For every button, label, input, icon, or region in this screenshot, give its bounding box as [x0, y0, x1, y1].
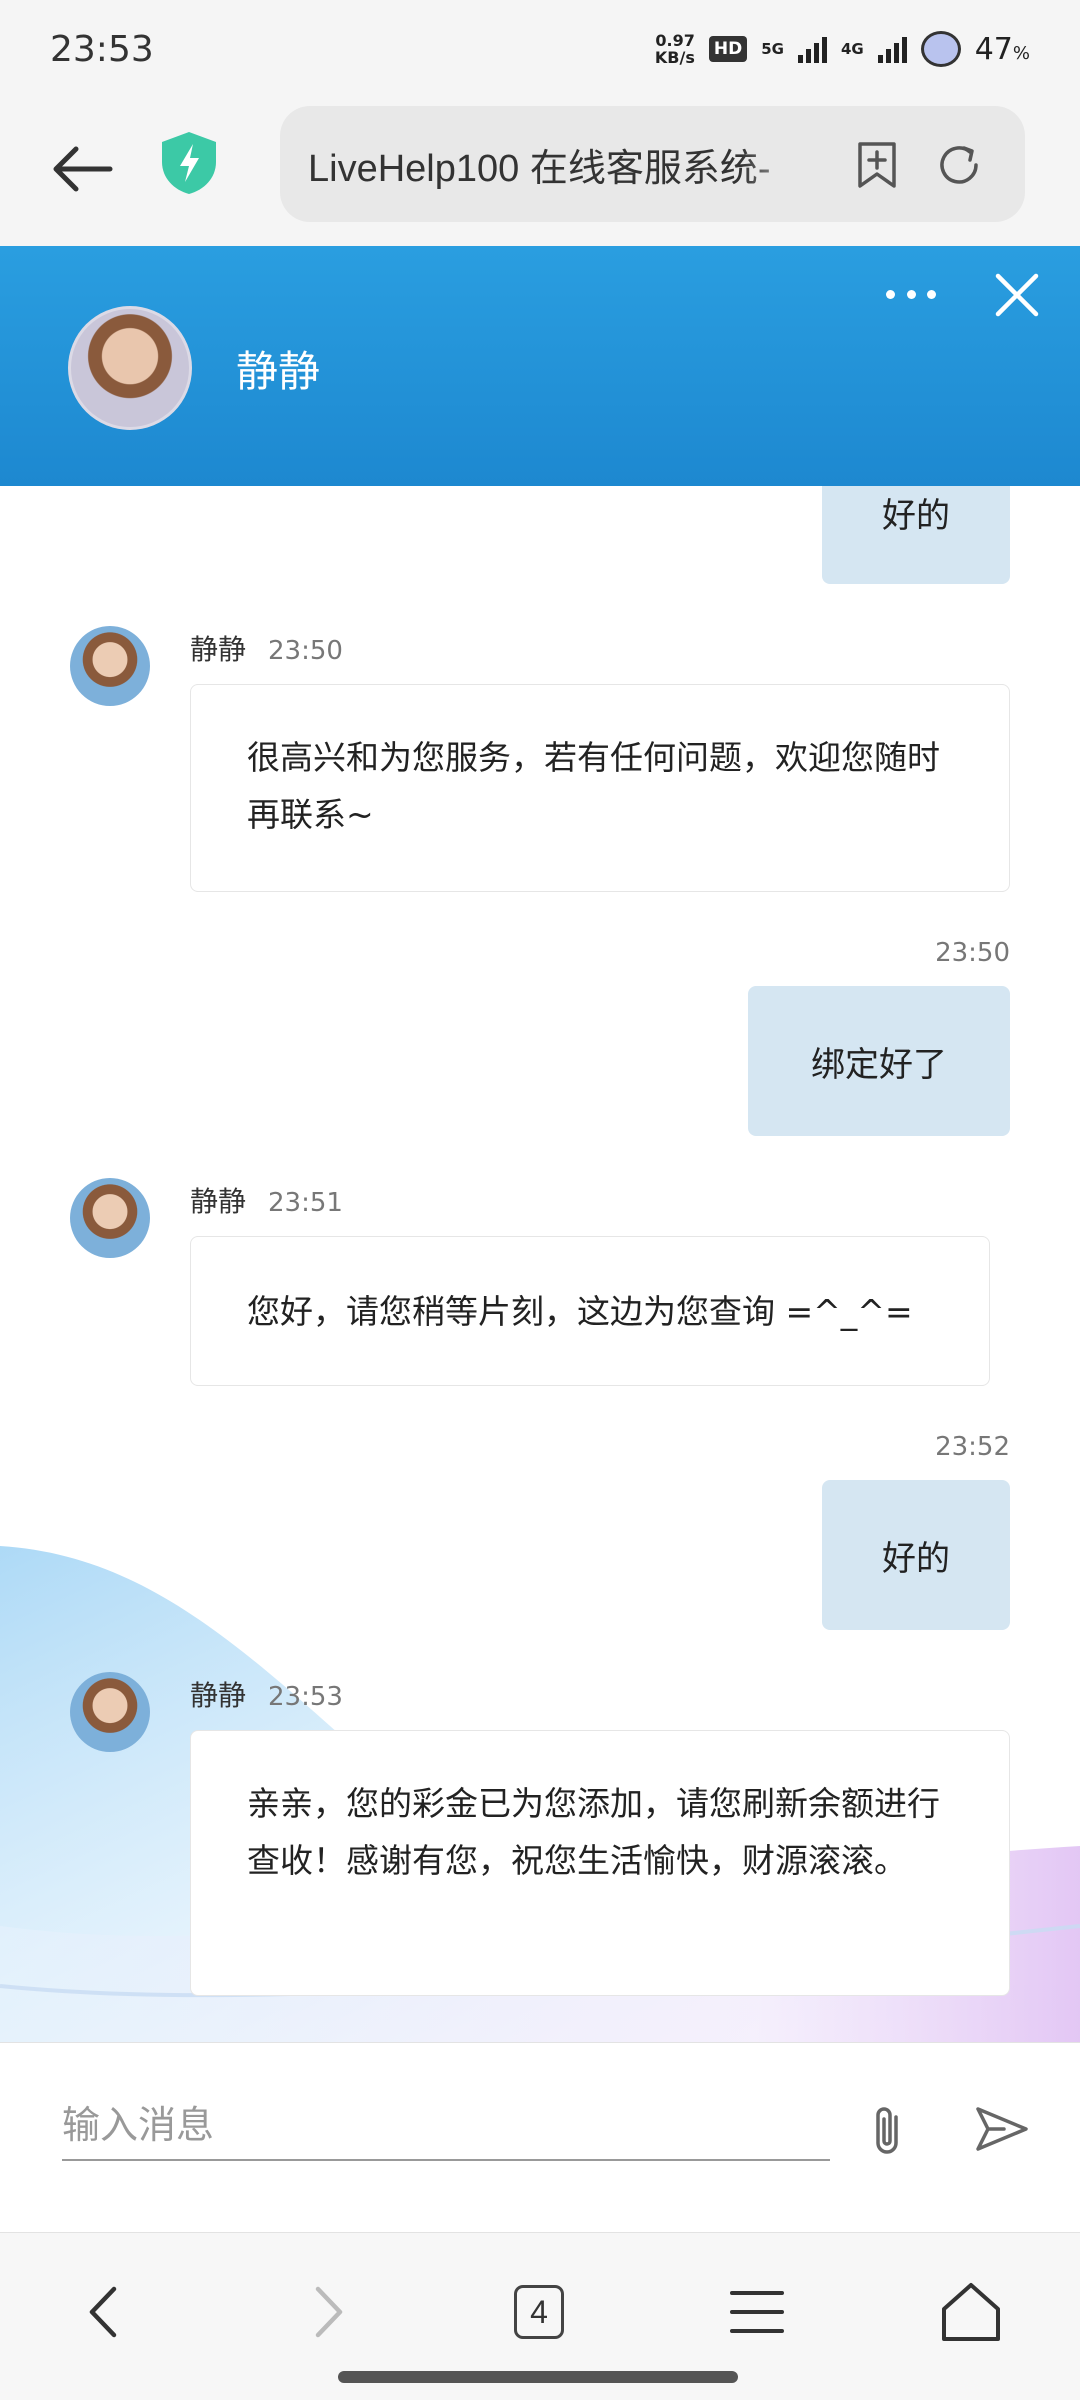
sender-name: 静静	[190, 1679, 247, 1712]
tab-count: 4	[514, 2285, 564, 2339]
message-meta: 静静 23:50	[190, 628, 343, 668]
hd-voice-icon: HD	[708, 36, 748, 62]
message-time: 23:50	[268, 636, 343, 666]
bookmark-add-icon[interactable]	[852, 140, 902, 190]
agent-avatar	[70, 1178, 150, 1258]
security-shield-icon[interactable]	[158, 130, 220, 196]
nav-back-icon[interactable]	[70, 2277, 140, 2347]
outgoing-message-bubble: 好的	[822, 486, 1010, 584]
browser-bottom-nav: 4	[0, 2232, 1080, 2400]
home-icon[interactable]	[936, 2277, 1006, 2347]
sender-name: 静静	[190, 633, 247, 666]
battery-cat-icon	[920, 31, 961, 67]
status-icons: 0.97 KB/s HD 5G 4G 47%	[655, 31, 1030, 67]
agent-avatar	[70, 626, 150, 706]
message-meta: 静静 23:53	[190, 1674, 343, 1714]
message-time: 23:53	[268, 1682, 343, 1712]
agent-avatar	[68, 306, 192, 430]
message-time: 23:51	[268, 1188, 343, 1218]
more-options-icon[interactable]	[886, 286, 936, 302]
page-title-text[interactable]: LiveHelp100 在线客服系统-	[308, 137, 818, 192]
agent-name: 静静	[236, 347, 321, 396]
tabs-button[interactable]: 4	[504, 2277, 574, 2347]
back-arrow-icon[interactable]	[48, 134, 118, 204]
signal-icon	[797, 35, 827, 63]
network-speed: 0.97 KB/s	[655, 32, 695, 66]
sender-name: 静静	[190, 1185, 247, 1218]
message-composer	[0, 2042, 1080, 2232]
message-time: 23:50	[935, 938, 1010, 968]
network-4g-label: 4G	[840, 40, 864, 58]
signal-icon	[877, 35, 907, 63]
nav-forward-icon[interactable]	[292, 2277, 362, 2347]
incoming-message-bubble: 很高兴和为您服务，若有任何问题，欢迎您随时再联系~	[190, 684, 1010, 892]
message-time: 23:52	[935, 1432, 1010, 1462]
menu-icon[interactable]	[722, 2277, 792, 2347]
browser-toolbar: LiveHelp100 在线客服系统-	[0, 98, 1080, 246]
address-bar[interactable]: LiveHelp100 在线客服系统-	[280, 106, 1025, 222]
agent-avatar	[70, 1672, 150, 1752]
attachment-icon[interactable]	[862, 2101, 912, 2161]
close-icon[interactable]	[992, 270, 1042, 320]
message-input[interactable]	[62, 2091, 830, 2161]
battery-level: 47%	[974, 31, 1030, 67]
outgoing-message-bubble: 绑定好了	[748, 986, 1010, 1136]
status-time: 23:53	[50, 28, 154, 70]
network-speed-value: 0.97	[655, 31, 695, 50]
message-meta: 静静 23:51	[190, 1180, 343, 1220]
outgoing-message-bubble: 好的	[822, 1480, 1010, 1630]
incoming-message-bubble: 您好，请您稍等片刻，这边为您查询 =^_^=	[190, 1236, 990, 1386]
status-bar: 23:53 0.97 KB/s HD 5G 4G 47%	[0, 0, 1080, 98]
send-icon[interactable]	[974, 2101, 1030, 2157]
chat-header: 静静	[0, 246, 1080, 486]
network-speed-unit: KB/s	[654, 48, 695, 67]
network-5g-label: 5G	[761, 40, 784, 58]
refresh-icon[interactable]	[934, 140, 984, 190]
message-list[interactable]: 好的 静静 23:50 很高兴和为您服务，若有任何问题，欢迎您随时再联系~ 23…	[0, 486, 1080, 2042]
incoming-message-bubble: 亲亲，您的彩金已为您添加，请您刷新余额进行查收！感谢有您，祝您生活愉快，财源滚滚…	[190, 1730, 1010, 1996]
gesture-home-indicator[interactable]	[338, 2371, 738, 2383]
